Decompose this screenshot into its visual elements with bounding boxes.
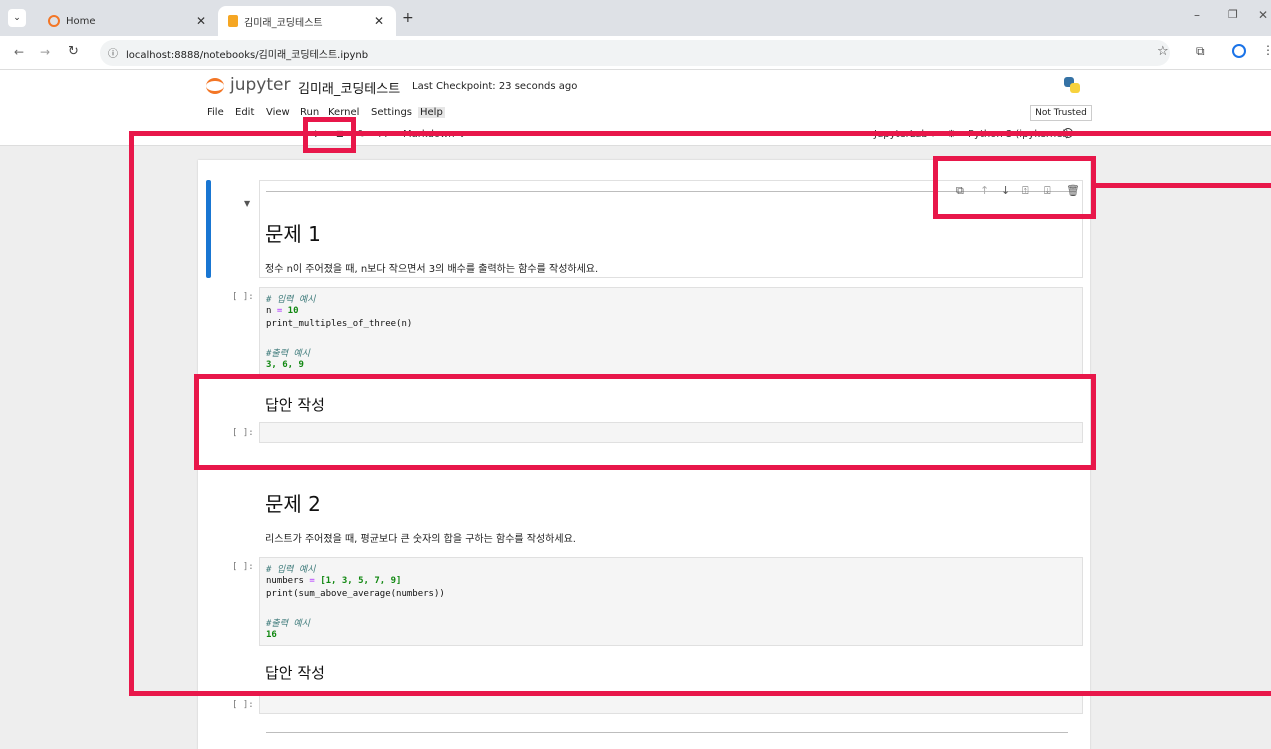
jupyter-logo-icon[interactable]	[206, 78, 224, 94]
tab-home[interactable]: Home ✕	[38, 6, 218, 36]
back-icon[interactable]: ←	[14, 45, 24, 59]
checkpoint-status: Last Checkpoint: 23 seconds ago	[412, 81, 578, 92]
annotation-connector-line	[1091, 183, 1271, 188]
python-logo-icon	[1064, 77, 1080, 93]
notebook-title[interactable]: 김미래_코딩테스트	[298, 78, 400, 97]
site-info-icon[interactable]: ⓘ	[108, 45, 118, 60]
browser-tab-bar: ⌄ Home ✕ 김미래_코딩테스트 ✕ + – ❐ ✕	[0, 0, 1271, 36]
trust-status-button[interactable]: Not Trusted	[1030, 105, 1092, 121]
address-bar: ← → ↻ ⓘ localhost:8888/notebooks/김미래_코딩테…	[0, 36, 1271, 70]
more-menu-icon[interactable]: ⋮	[1262, 43, 1271, 57]
cell-prompt: [ ]:	[232, 700, 254, 710]
tab-label: Home	[66, 15, 96, 27]
menu-settings[interactable]: Settings	[371, 107, 412, 118]
close-icon[interactable]: ✕	[374, 14, 384, 28]
trust-status-label: Not Trusted	[1035, 108, 1087, 118]
restore-icon[interactable]: ❐	[1228, 8, 1238, 21]
hr-line	[266, 732, 1068, 733]
tab-label: 김미래_코딩테스트	[244, 17, 323, 29]
bookmark-star-icon[interactable]: ☆	[1157, 44, 1169, 59]
menu-view[interactable]: View	[266, 107, 290, 118]
tab-notebook[interactable]: 김미래_코딩테스트 ✕	[218, 6, 396, 36]
reload-icon[interactable]: ↻	[68, 44, 79, 59]
menu-help[interactable]: Help	[418, 107, 445, 118]
forward-icon[interactable]: →	[40, 45, 50, 59]
jupyter-logo-text[interactable]: jupyter	[230, 75, 290, 95]
menu-file[interactable]: File	[207, 107, 224, 118]
profile-icon[interactable]	[1232, 44, 1246, 58]
menu-edit[interactable]: Edit	[235, 107, 254, 118]
annotation-box-answer-cell	[194, 374, 1096, 470]
jupyter-tab-icon	[48, 15, 60, 27]
menu-bar: File Edit View Run Kernel Settings Help …	[0, 102, 1271, 124]
notebook-tab-icon	[228, 15, 238, 27]
close-window-icon[interactable]: ✕	[1258, 8, 1268, 22]
annotation-box-cell-actions	[933, 156, 1096, 219]
answer-code-cell-2[interactable]	[259, 694, 1083, 714]
url-text: localhost:8888/notebooks/김미래_코딩테스트.ipynb	[126, 50, 369, 61]
tab-list-button[interactable]: ⌄	[8, 9, 26, 27]
jupyter-header: jupyter 김미래_코딩테스트 Last Checkpoint: 23 se…	[0, 70, 1271, 102]
extensions-icon[interactable]: ⧉	[1196, 44, 1205, 59]
new-tab-button[interactable]: +	[402, 10, 414, 26]
close-icon[interactable]: ✕	[196, 14, 206, 28]
minimize-icon[interactable]: –	[1194, 8, 1200, 22]
